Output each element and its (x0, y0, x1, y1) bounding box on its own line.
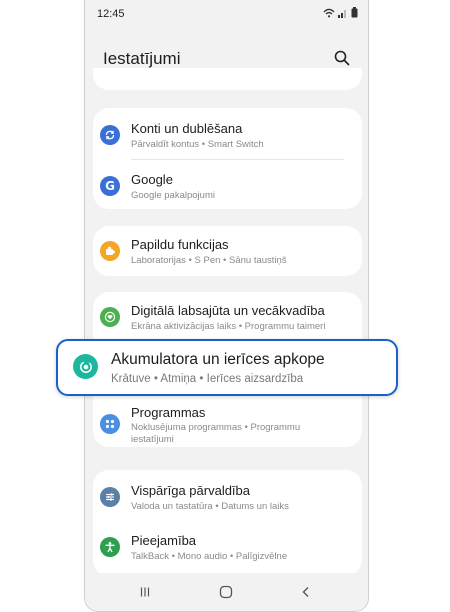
accessibility-icon (100, 537, 120, 557)
settings-item-digital-wellbeing[interactable]: Digitālā labsajūta un vecākvadība Ekrāna… (93, 292, 362, 342)
item-title: Pieejamība (131, 533, 197, 548)
settings-item-apps[interactable]: Programmas Noklusējuma programmas • Prog… (93, 402, 362, 447)
battery-icon (351, 7, 358, 18)
home-icon (219, 585, 233, 599)
search-icon (334, 50, 350, 66)
item-subtitle: Pārvaldīt kontus • Smart Switch (131, 139, 264, 150)
settings-item-accessibility[interactable]: Pieejamība TalkBack • Mono audio • Palīg… (93, 522, 362, 572)
item-subtitle: Ekrāna aktivizācijas laiks • Programmu t… (131, 321, 326, 332)
wifi-icon (323, 8, 335, 17)
item-title: Programmas (131, 405, 206, 420)
recent-apps-icon (140, 587, 150, 597)
search-button[interactable] (330, 46, 354, 70)
phone-frame: 12:45 Iestatījumi Konti un dublēšana Pār… (84, 0, 369, 612)
back-icon (302, 587, 309, 597)
home-button[interactable] (216, 583, 236, 601)
status-time: 12:45 (97, 8, 125, 20)
highlight-title: Akumulatora un ierīces apkope (111, 351, 325, 368)
card-general-group: Vispārīga pārvaldība Valoda un tastatūra… (93, 470, 362, 576)
item-subtitle: Laboratorijas • S Pen • Sānu taustiņš (131, 255, 287, 266)
item-subtitle: Noklusējuma programmas • Programmu (131, 422, 301, 433)
item-title: Papildu funkcijas (131, 237, 229, 252)
device-care-icon (73, 354, 98, 379)
item-title: Konti un dublēšana (131, 121, 243, 136)
puzzle-icon (100, 241, 120, 261)
card-accounts-group: Konti un dublēšana Pārvaldīt kontus • Sm… (93, 108, 362, 209)
google-icon: G (100, 176, 120, 196)
item-title: Google (131, 172, 173, 187)
item-subtitle: TalkBack • Mono audio • Palīgizvēlne (131, 551, 288, 562)
card-previous-group (93, 68, 362, 90)
recent-apps-button[interactable] (135, 583, 155, 601)
settings-item-google[interactable]: G Google Google pakalpojumi (93, 161, 362, 211)
divider (131, 159, 344, 160)
item-title: Digitālā labsajūta un vecākvadība (131, 303, 325, 318)
item-subtitle: Google pakalpojumi (131, 190, 215, 201)
apps-grid-icon (100, 414, 120, 434)
signal-icon (338, 9, 346, 18)
navigation-bar (85, 573, 368, 611)
status-icons (323, 7, 358, 18)
card-advanced-group: Papildu funkcijas Laboratorijas • S Pen … (93, 226, 362, 276)
page-title: Iestatījumi (103, 49, 181, 68)
highlight-subtitle: Krātuve • Atmiņa • Ierīces aizsardzība (111, 373, 304, 385)
heart-icon (100, 307, 120, 327)
item-title: Vispārīga pārvaldība (131, 483, 251, 498)
settings-item-advanced-features[interactable]: Papildu funkcijas Laboratorijas • S Pen … (93, 226, 362, 276)
sync-icon (100, 125, 120, 145)
status-bar: 12:45 (85, 0, 368, 26)
item-subtitle-cont: iestatījumi (131, 434, 174, 445)
settings-item-general-management[interactable]: Vispārīga pārvaldība Valoda un tastatūra… (93, 472, 362, 522)
settings-item-accounts[interactable]: Konti un dublēšana Pārvaldīt kontus • Sm… (93, 110, 362, 160)
item-subtitle: Valoda un tastatūra • Datums un laiks (131, 501, 289, 512)
back-button[interactable] (296, 583, 316, 601)
highlighted-item-battery-device-care[interactable]: Akumulatora un ierīces apkope Krātuve • … (56, 339, 398, 396)
sliders-icon (100, 487, 120, 507)
